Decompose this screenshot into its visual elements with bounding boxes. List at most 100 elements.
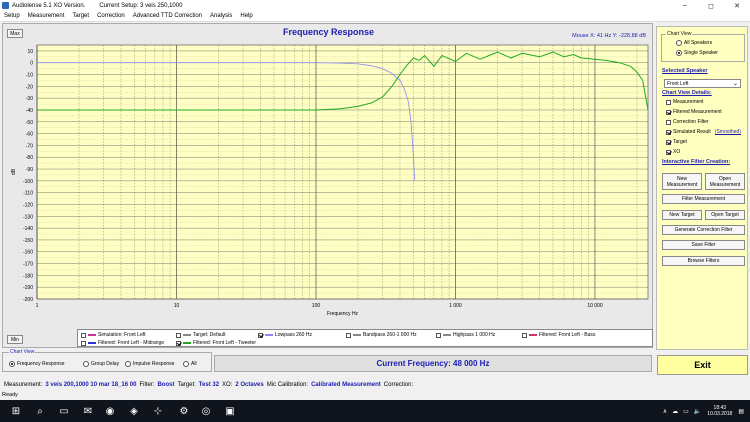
legend-checkbox[interactable] <box>81 340 86 346</box>
checkbox[interactable] <box>666 139 671 145</box>
generate-correction-filter-button[interactable]: Generate Correction Filter <box>662 225 745 235</box>
legend-item-lowpass[interactable]: Lowpass 260 Hz <box>258 331 312 339</box>
check-target[interactable]: Target <box>666 139 687 145</box>
y-tick-label: -140 <box>23 226 33 232</box>
audiolense-icon[interactable]: ◈ <box>126 403 142 419</box>
check-label: Measurement <box>673 99 704 105</box>
frequency-response-radio[interactable]: Frequency Response <box>9 361 65 367</box>
radio-dot[interactable] <box>676 40 682 46</box>
target-label: Target: <box>177 382 196 388</box>
check-xo[interactable]: XO <box>666 149 680 155</box>
notifications-icon[interactable]: ▤ <box>738 408 744 415</box>
chart-title: Frequency Response <box>282 27 375 37</box>
impulse-response-radio[interactable]: Impulse Response <box>125 361 174 367</box>
y-tick-label: -110 <box>23 191 33 197</box>
network-app-icon[interactable]: ⊹ <box>150 403 166 419</box>
setup-status-line: Measurement: 3 veis 200,1000 10 mar 18_1… <box>0 380 750 390</box>
checkbox[interactable] <box>666 149 671 155</box>
monitor-app-icon[interactable]: ▣ <box>222 403 238 419</box>
mic-calibration-value: Calibrated Measurement <box>311 382 381 388</box>
legend-swatch <box>88 334 96 336</box>
all-speakers-radio[interactable]: All Speakers <box>676 40 712 46</box>
check-measurement[interactable]: Measurement <box>666 99 704 105</box>
menu-target[interactable]: Target <box>68 13 93 19</box>
radio-dot[interactable] <box>9 361 15 367</box>
all-radio[interactable]: All <box>183 361 197 367</box>
chrome-icon[interactable]: ◉ <box>102 403 118 419</box>
legend-item-tweeter[interactable]: Filtered: Front Left - Tweeter <box>176 339 256 347</box>
maximize-button[interactable]: ◻ <box>698 0 724 11</box>
menu-measurement[interactable]: Measurement <box>24 13 69 19</box>
menu-correction[interactable]: Correction <box>93 13 129 19</box>
checkbox[interactable] <box>666 99 671 105</box>
checkbox[interactable] <box>666 119 671 125</box>
single-speaker-radio[interactable]: Single Speaker <box>676 50 718 56</box>
min-button[interactable]: Min <box>7 335 23 344</box>
smoothed-link[interactable]: (Smoothed) <box>715 129 741 135</box>
check-simulated-result[interactable]: Simulated Result (Smoothed) <box>666 129 741 135</box>
speaker-select[interactable]: Front Left ⌄ <box>664 79 741 88</box>
legend-checkbox[interactable] <box>81 332 86 338</box>
max-button[interactable]: Max <box>7 29 23 38</box>
radio-dot[interactable] <box>676 50 682 56</box>
y-tick-label: -130 <box>23 214 33 220</box>
group-delay-radio[interactable]: Group Delay <box>83 361 119 367</box>
x-axis-label: Frequency Hz <box>327 311 359 317</box>
radio-dot[interactable] <box>83 361 89 367</box>
cloud-icon[interactable]: ☁ <box>672 408 678 415</box>
frequency-response-chart[interactable]: 100-10-20-30-40-50-60-70-80-90-100-110-1… <box>3 24 654 349</box>
legend-checkbox[interactable] <box>176 332 181 338</box>
y-tick-label: -150 <box>23 238 33 244</box>
new-target-button[interactable]: New Target <box>662 210 702 220</box>
x-tick-label: 1 <box>36 303 39 309</box>
legend-item-highpass[interactable]: Highpass 1 000 Hz <box>436 331 495 339</box>
menu-advanced-ttd[interactable]: Advanced TTD Correction <box>129 13 206 19</box>
clock[interactable]: 18:43 10.03.2018 <box>707 405 732 417</box>
check-correction-filter[interactable]: Correction Filter <box>666 119 709 125</box>
legend-checkbox[interactable] <box>522 332 527 338</box>
open-measurement-button[interactable]: Open Measurement <box>705 173 745 190</box>
x-tick-label: 10 000 <box>587 303 603 309</box>
checkbox[interactable] <box>666 109 671 115</box>
browse-filters-button[interactable]: Browse Filters <box>662 256 745 266</box>
minimize-button[interactable]: – <box>672 0 698 11</box>
legend-checkbox[interactable] <box>258 332 263 338</box>
media-app-icon[interactable]: ◎ <box>198 403 214 419</box>
exit-button[interactable]: Exit <box>657 355 748 375</box>
filter-measurement-button[interactable]: Filter Measurement <box>662 194 745 204</box>
radio-label: Impulse Response <box>133 361 175 367</box>
network-icon[interactable]: ▭ <box>683 408 689 415</box>
plot-panel: 10 0 -10 -20 -30 -40 -50 -60 -70 -80 -90 -100 -110 -1… <box>2 23 653 348</box>
legend-item-bass[interactable]: Filtered: Front Left - Bass <box>522 331 595 339</box>
radio-dot[interactable] <box>183 361 189 367</box>
legend-item-bandpass[interactable]: Bandpass 260-1 000 Hz <box>346 331 417 339</box>
save-filter-button[interactable]: Save Filter <box>662 240 745 250</box>
settings-app-icon[interactable]: ⚙ <box>176 403 192 419</box>
start-icon[interactable]: ⊞ <box>8 403 24 419</box>
legend-item-simulation[interactable]: Simulation: Front Left <box>81 331 146 339</box>
radio-label: All <box>191 361 197 367</box>
legend-label: Filtered: Front Left - Midrange <box>98 340 165 346</box>
menu-setup[interactable]: Setup <box>0 13 24 19</box>
check-filtered-measurement[interactable]: Filtered Measurement <box>666 109 722 115</box>
legend-label: Highpass 1 000 Hz <box>453 332 496 338</box>
menu-help[interactable]: Help <box>236 13 256 19</box>
menu-analysis[interactable]: Analysis <box>206 13 236 19</box>
search-icon[interactable]: ⌕ <box>32 403 48 419</box>
mouse-readout: Mouse X: 41 Hz Y: -228,88 dB <box>572 33 646 39</box>
open-target-button[interactable]: Open Target <box>705 210 745 220</box>
volume-icon[interactable]: 🔈 <box>694 408 701 415</box>
close-button[interactable]: ✕ <box>724 0 750 11</box>
legend-checkbox[interactable] <box>346 332 351 338</box>
task-view-icon[interactable]: ▭ <box>56 403 72 419</box>
checkbox[interactable] <box>666 129 671 135</box>
legend-item-midrange[interactable]: Filtered: Front Left - Midrange <box>81 339 164 347</box>
legend-checkbox[interactable] <box>436 332 441 338</box>
mail-icon[interactable]: ✉ <box>80 403 96 419</box>
new-measurement-button[interactable]: New Measurement <box>662 173 702 190</box>
radio-dot[interactable] <box>125 361 131 367</box>
tray-arrow-icon[interactable]: ∧ <box>663 408 667 415</box>
legend-item-target[interactable]: Target: Default <box>176 331 226 339</box>
legend-checkbox[interactable] <box>176 340 181 346</box>
legend-label: Filtered: Front Left - Bass <box>539 332 596 338</box>
